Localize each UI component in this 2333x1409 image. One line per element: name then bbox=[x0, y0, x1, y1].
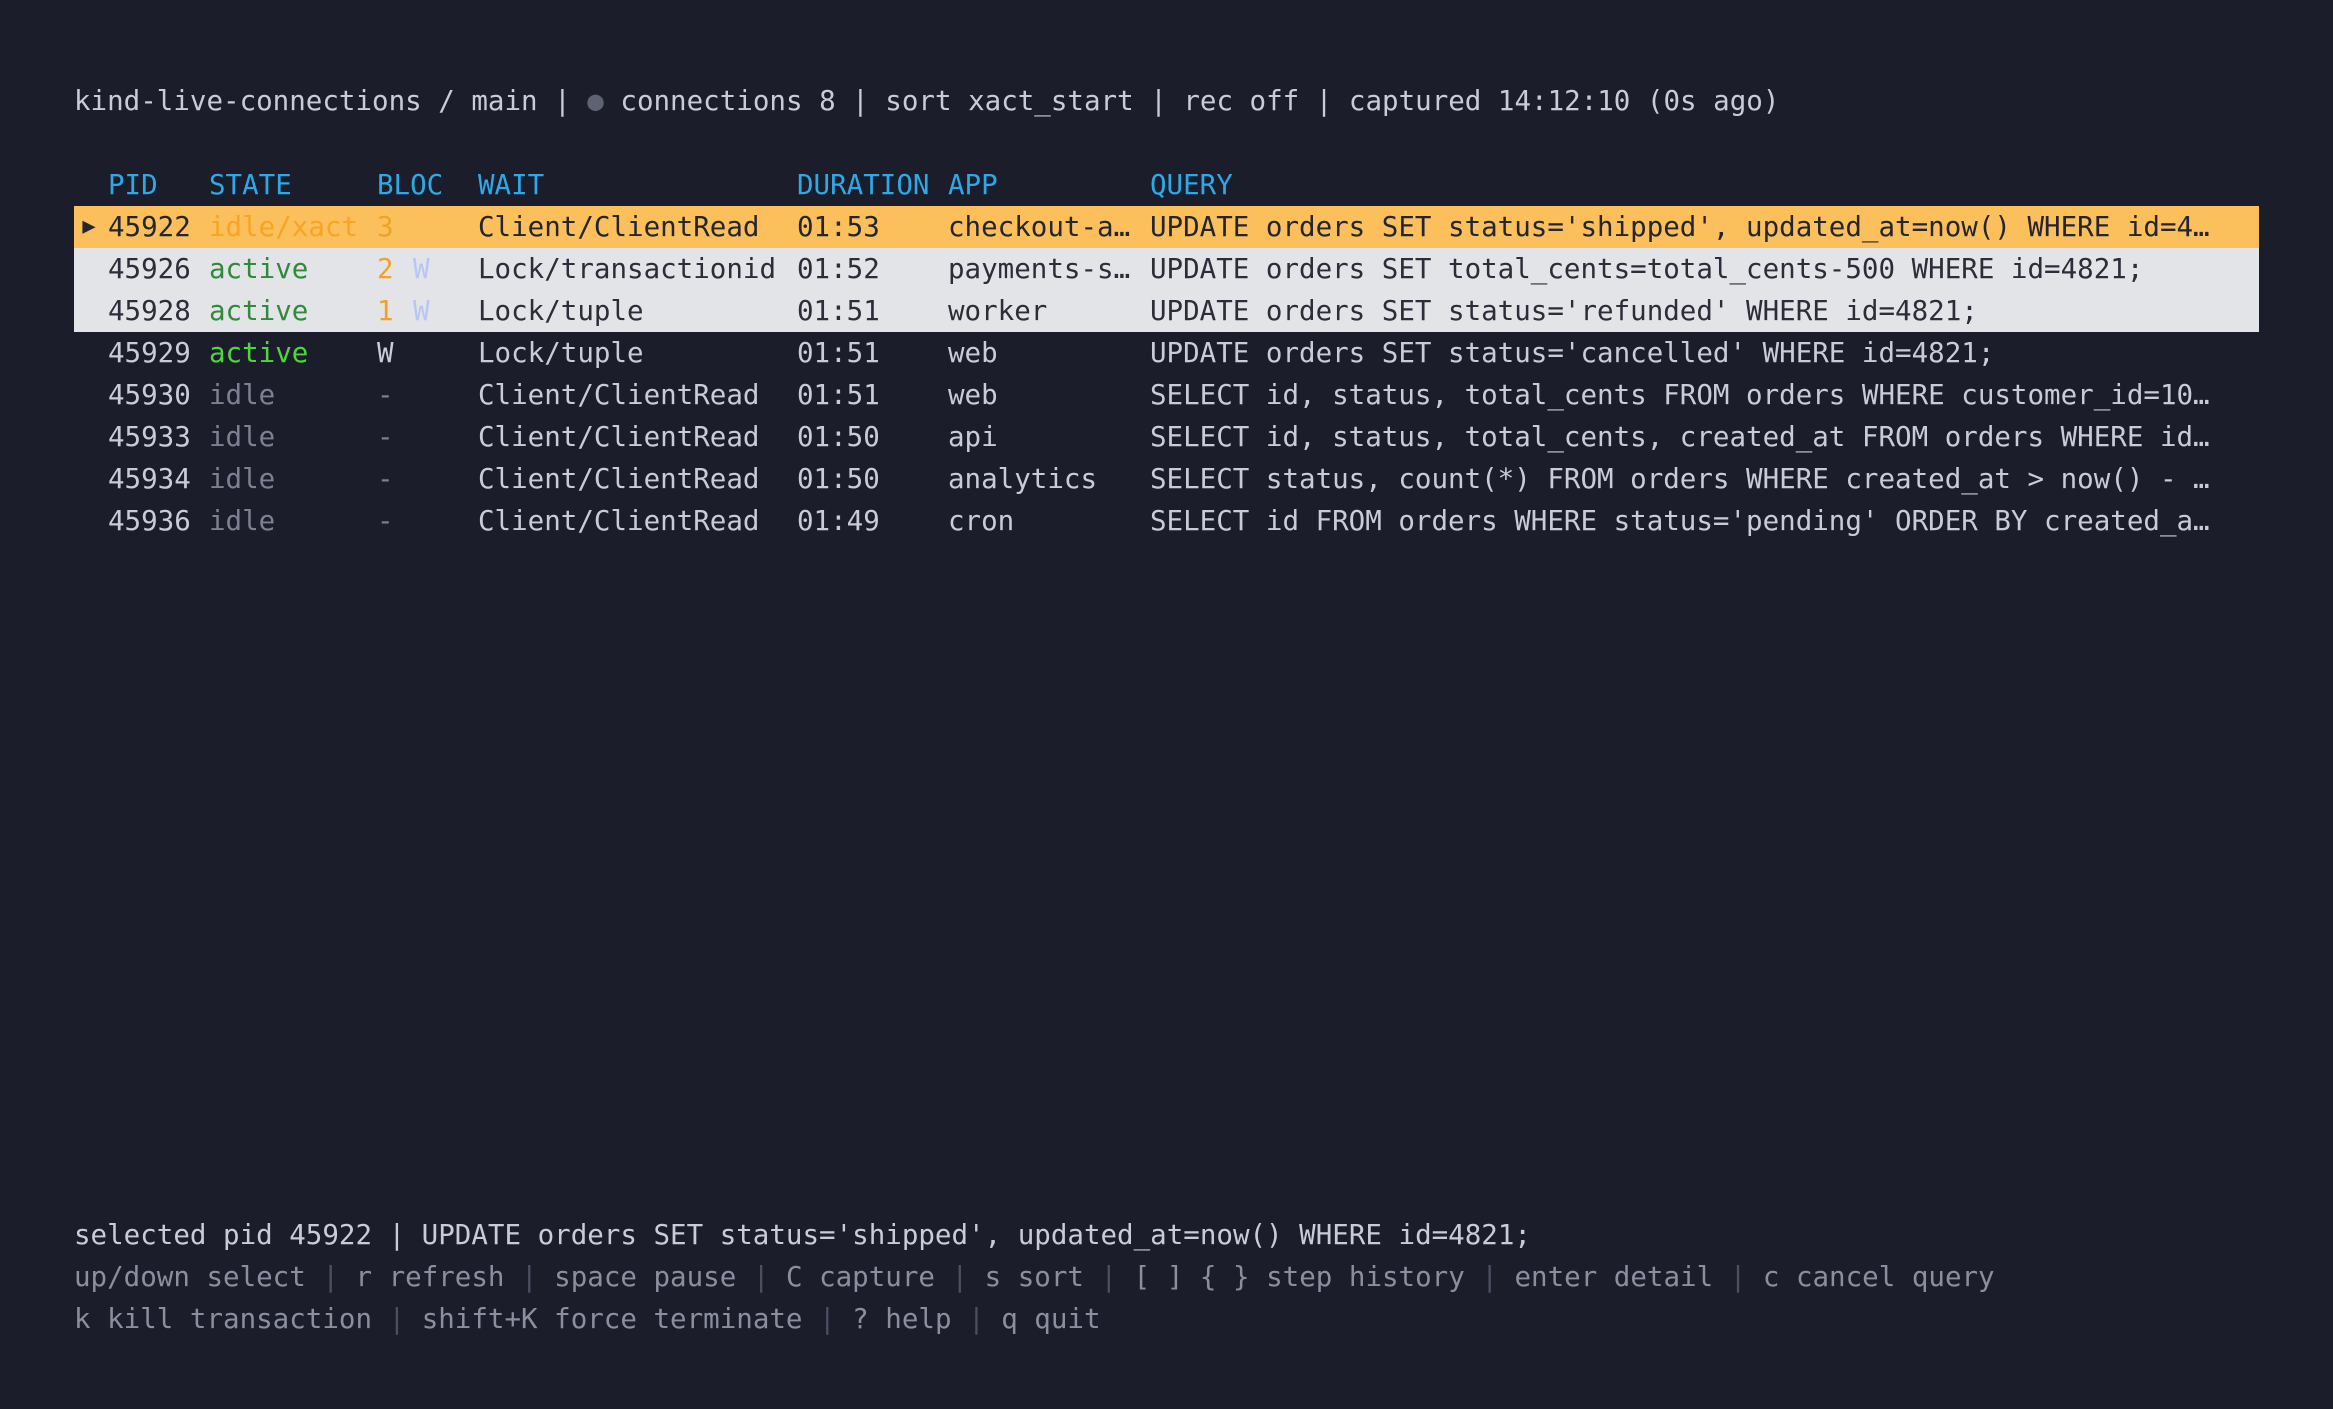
row-duration: 01:51 bbox=[797, 379, 880, 411]
row-pid: 45926 bbox=[108, 253, 191, 285]
status-header: kind-live-connections / main | ● connect… bbox=[74, 85, 1780, 117]
column-header-state[interactable]: STATE bbox=[209, 164, 369, 206]
captured-timestamp: captured 14:12:10 (0s ago) bbox=[1348, 85, 1780, 117]
hint-quit: q quit bbox=[1001, 1303, 1101, 1335]
row-app: web bbox=[948, 337, 998, 369]
column-header-wait[interactable]: WAIT bbox=[478, 164, 798, 206]
row-block-wait-flag: W bbox=[413, 295, 430, 327]
table-row[interactable]: 45930 idle - Client/ClientRead 01:51 web… bbox=[74, 374, 2259, 416]
terminal: kind-live-connections / main | ● connect… bbox=[74, 0, 2259, 1409]
row-query: UPDATE orders SET status='cancelled' WHE… bbox=[1150, 337, 1995, 369]
hint-select: up/down select bbox=[74, 1261, 306, 1293]
row-query: SELECT status, count(*) FROM orders WHER… bbox=[1150, 463, 2210, 495]
row-state: active bbox=[209, 295, 309, 327]
status-dot-icon: ● bbox=[587, 85, 604, 117]
hint-cancel-query: c cancel query bbox=[1762, 1261, 1995, 1293]
row-pid: 45934 bbox=[108, 463, 191, 495]
row-wait: Lock/tuple bbox=[478, 295, 644, 327]
row-state: idle bbox=[209, 379, 276, 411]
row-wait: Lock/tuple bbox=[478, 337, 644, 369]
keybinding-hints-line-2: k kill transaction | shift+K force termi… bbox=[74, 1303, 1101, 1335]
table-header: PID STATE BLOCK WAIT DURATION APP QUERY bbox=[74, 164, 2259, 206]
row-wait: Client/ClientRead bbox=[478, 421, 760, 453]
row-query: SELECT id FROM orders WHERE status='pend… bbox=[1150, 505, 2210, 537]
row-query: UPDATE orders SET status='shipped', upda… bbox=[1150, 211, 2210, 243]
row-pid: 45936 bbox=[108, 505, 191, 537]
hint-sort: s sort bbox=[984, 1261, 1084, 1293]
row-wait: Client/ClientRead bbox=[478, 211, 760, 243]
row-app: checkout-a… bbox=[948, 211, 1131, 243]
row-block: - bbox=[377, 463, 394, 495]
hint-detail: enter detail bbox=[1514, 1261, 1714, 1293]
table-row-blocked[interactable]: 45926 active 2 W Lock/transactionid 01:5… bbox=[74, 248, 2259, 290]
row-block: - bbox=[377, 379, 394, 411]
row-duration: 01:50 bbox=[797, 421, 880, 453]
hint-kill-transaction: k kill transaction bbox=[74, 1303, 373, 1335]
row-duration: 01:52 bbox=[797, 253, 880, 285]
row-state: active bbox=[209, 253, 309, 285]
row-query: SELECT id, status, total_cents FROM orde… bbox=[1150, 379, 2210, 411]
row-block: - bbox=[377, 505, 394, 537]
column-header-duration[interactable]: DURATION bbox=[797, 164, 947, 206]
table-row[interactable]: 45936 idle - Client/ClientRead 01:49 cro… bbox=[74, 500, 2259, 542]
row-pid: 45933 bbox=[108, 421, 191, 453]
row-app: cron bbox=[948, 505, 1015, 537]
table-row[interactable]: 45929 active W Lock/tuple 01:51 web UPDA… bbox=[74, 332, 2259, 374]
row-state: idle bbox=[209, 463, 276, 495]
hint-pause: space pause bbox=[554, 1261, 737, 1293]
row-wait: Client/ClientRead bbox=[478, 463, 760, 495]
row-duration: 01:53 bbox=[797, 211, 880, 243]
context-label: kind-live-connections / main bbox=[74, 85, 538, 117]
row-pid: 45922 bbox=[108, 211, 191, 243]
row-app: worker bbox=[948, 295, 1048, 327]
row-wait: Client/ClientRead bbox=[478, 505, 760, 537]
hint-capture: C capture bbox=[785, 1261, 935, 1293]
row-duration: 01:50 bbox=[797, 463, 880, 495]
row-wait: Client/ClientRead bbox=[478, 379, 760, 411]
selection-marker-icon: ▶ bbox=[82, 214, 96, 239]
hint-refresh: r refresh bbox=[355, 1261, 505, 1293]
hint-help: ? help bbox=[852, 1303, 952, 1335]
row-pid: 45928 bbox=[108, 295, 191, 327]
row-state: active bbox=[209, 337, 309, 369]
row-block: - bbox=[377, 421, 394, 453]
row-query: UPDATE orders SET status='refunded' WHER… bbox=[1150, 295, 1978, 327]
table-row[interactable]: 45934 idle - Client/ClientRead 01:50 ana… bbox=[74, 458, 2259, 500]
keybinding-hints-line-1: up/down select | r refresh | space pause… bbox=[74, 1261, 1995, 1293]
row-state: idle bbox=[209, 421, 276, 453]
row-pid: 45930 bbox=[108, 379, 191, 411]
table-row-selected[interactable]: ▶ 45922 idle/xact 3 Client/ClientRead 01… bbox=[74, 206, 2259, 248]
hint-step-history: [ ] { } step history bbox=[1133, 1261, 1465, 1293]
row-wait: Lock/transactionid bbox=[478, 253, 777, 285]
connections-count: connections 8 bbox=[620, 85, 836, 117]
row-block: W bbox=[377, 337, 394, 369]
column-header-pid[interactable]: PID bbox=[108, 164, 204, 206]
column-header-query[interactable]: QUERY bbox=[1150, 164, 2255, 206]
row-pid: 45929 bbox=[108, 337, 191, 369]
column-header-block[interactable]: BLOCK bbox=[377, 164, 443, 206]
selected-summary: selected pid 45922 | UPDATE orders SET s… bbox=[74, 1219, 1531, 1251]
row-block: 3 bbox=[377, 211, 394, 243]
row-block-wait-flag: W bbox=[413, 253, 430, 285]
rec-indicator: rec off bbox=[1183, 85, 1300, 117]
row-query: UPDATE orders SET total_cents=total_cent… bbox=[1150, 253, 2144, 285]
table-row[interactable]: 45933 idle - Client/ClientRead 01:50 api… bbox=[74, 416, 2259, 458]
row-query: SELECT id, status, total_cents, created_… bbox=[1150, 421, 2210, 453]
column-header-app[interactable]: APP bbox=[948, 164, 1148, 206]
row-app: analytics bbox=[948, 463, 1098, 495]
row-state: idle/xact bbox=[209, 211, 359, 243]
row-duration: 01:51 bbox=[797, 337, 880, 369]
row-app: payments-s… bbox=[948, 253, 1131, 285]
sort-indicator: sort xact_start bbox=[885, 85, 1134, 117]
row-app: web bbox=[948, 379, 998, 411]
table-row-blocked[interactable]: 45928 active 1 W Lock/tuple 01:51 worker… bbox=[74, 290, 2259, 332]
row-duration: 01:49 bbox=[797, 505, 880, 537]
row-app: api bbox=[948, 421, 998, 453]
hint-force-terminate: shift+K force terminate bbox=[421, 1303, 803, 1335]
row-state: idle bbox=[209, 505, 276, 537]
row-duration: 01:51 bbox=[797, 295, 880, 327]
